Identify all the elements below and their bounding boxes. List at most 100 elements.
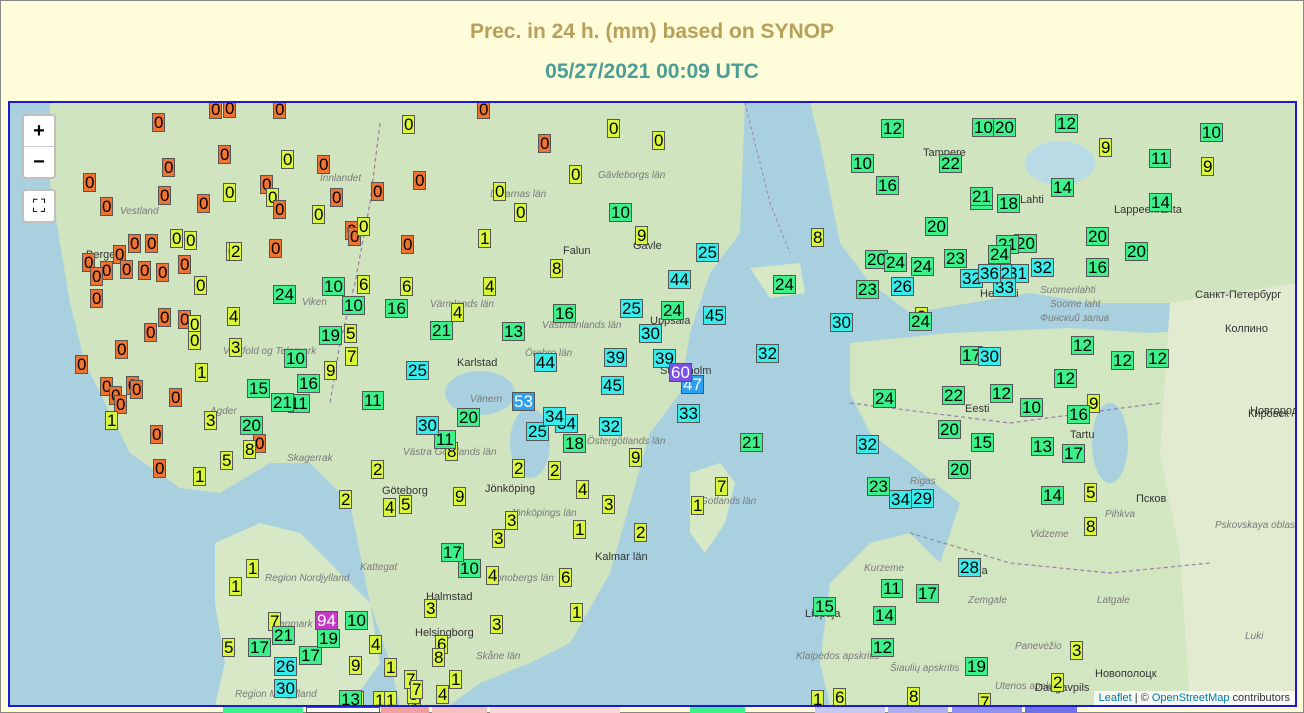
precip-observation[interactable]: 24 [873, 389, 896, 408]
precip-observation[interactable]: 13 [339, 690, 362, 705]
precip-observation[interactable]: 4 [486, 566, 500, 585]
precip-observation[interactable]: 0 [188, 331, 202, 350]
precip-observation[interactable]: 0 [162, 158, 176, 177]
precip-observation[interactable]: 2 [634, 523, 648, 542]
precip-observation[interactable]: 0 [273, 103, 287, 119]
precip-observation[interactable]: 9 [349, 656, 363, 675]
precip-observation[interactable]: 0 [178, 255, 192, 274]
precip-observation[interactable]: 24 [773, 275, 796, 294]
precip-observation[interactable]: 0 [514, 203, 528, 222]
precip-observation[interactable]: 3 [1070, 641, 1084, 660]
precip-observation[interactable]: 34 [889, 490, 912, 509]
precip-observation[interactable]: 94 [315, 611, 338, 630]
precip-observation[interactable]: 15 [247, 379, 270, 398]
precip-observation[interactable]: 1 [246, 559, 260, 578]
precip-observation[interactable]: 9 [1201, 157, 1215, 176]
precip-observation[interactable]: 33 [677, 404, 700, 423]
precip-observation[interactable]: 25 [406, 361, 429, 380]
precip-observation[interactable]: 10 [851, 154, 874, 173]
precip-observation[interactable]: 1 [105, 411, 119, 430]
precip-observation[interactable]: 0 [357, 217, 371, 236]
precip-observation[interactable]: 0 [607, 119, 621, 138]
precip-observation[interactable]: 14 [1051, 178, 1074, 197]
precip-observation[interactable]: 12 [871, 638, 894, 657]
precip-observation[interactable]: 11 [362, 391, 384, 410]
precip-observation[interactable]: 4 [576, 480, 590, 499]
precip-observation[interactable]: 29 [911, 489, 934, 508]
precip-observation[interactable]: 24 [909, 312, 932, 331]
precip-observation[interactable]: 16 [1086, 258, 1109, 277]
precip-observation[interactable]: 16 [553, 304, 576, 323]
precip-observation[interactable]: 19 [319, 326, 342, 345]
precip-observation[interactable]: 0 [100, 197, 114, 216]
precip-observation[interactable]: 3 [424, 599, 438, 618]
precip-observation[interactable]: 16 [1067, 405, 1090, 424]
precip-observation[interactable]: 17 [248, 638, 271, 657]
precip-observation[interactable]: 1 [478, 229, 492, 248]
precip-observation[interactable]: 8 [432, 648, 446, 667]
precip-observation[interactable]: 26 [274, 657, 297, 676]
precip-observation[interactable]: 5 [222, 638, 236, 657]
precip-observation[interactable]: 12 [1146, 349, 1169, 368]
precip-observation[interactable]: 25 [620, 299, 643, 318]
precip-observation[interactable]: 12 [1054, 369, 1077, 388]
precip-observation[interactable]: 20 [993, 118, 1016, 137]
precip-observation[interactable]: 3 [492, 529, 506, 548]
precip-observation[interactable]: 6 [559, 568, 573, 587]
precip-observation[interactable]: 14 [1149, 193, 1172, 212]
precip-observation[interactable]: 23 [856, 280, 879, 299]
precip-observation[interactable]: 0 [184, 231, 198, 250]
precip-observation[interactable]: 6 [400, 277, 414, 296]
precip-observation[interactable]: 17 [441, 543, 464, 562]
precip-observation[interactable]: 4 [436, 685, 450, 704]
precip-observation[interactable]: 9 [1099, 138, 1113, 157]
precip-observation[interactable]: 19 [965, 657, 988, 676]
precip-observation[interactable]: 0 [120, 260, 134, 279]
precip-observation[interactable]: 1 [691, 496, 705, 515]
precip-observation[interactable]: 30 [639, 324, 662, 343]
precip-observation[interactable]: 18 [563, 434, 586, 453]
precip-observation[interactable]: 5 [344, 324, 358, 343]
precip-observation[interactable]: 5 [220, 451, 234, 470]
precip-observation[interactable]: 14 [873, 606, 896, 625]
precip-observation[interactable]: 0 [194, 276, 208, 295]
precip-observation[interactable]: 8 [243, 440, 257, 459]
precip-observation[interactable]: 10 [972, 118, 995, 137]
precip-observation[interactable]: 0 [330, 188, 344, 207]
precip-observation[interactable]: 20 [240, 416, 263, 435]
precip-observation[interactable]: 4 [451, 303, 465, 322]
precip-observation[interactable]: 44 [534, 353, 557, 372]
precip-observation[interactable]: 36 [978, 264, 1001, 283]
precip-observation[interactable]: 10 [609, 203, 632, 222]
precip-observation[interactable]: 11 [1149, 149, 1171, 168]
precip-observation[interactable]: 3 [229, 338, 243, 357]
precip-observation[interactable]: 53 [512, 392, 535, 411]
precip-observation[interactable]: 20 [457, 408, 480, 427]
precip-observation[interactable]: 8 [1084, 517, 1098, 536]
precip-observation[interactable]: 0 [150, 425, 164, 444]
precip-observation[interactable]: 0 [223, 183, 237, 202]
precip-observation[interactable]: 20 [938, 420, 961, 439]
precip-observation[interactable]: 9 [324, 361, 338, 380]
precip-observation[interactable]: 10 [342, 296, 365, 315]
leaflet-link[interactable]: Leaflet [1099, 692, 1132, 704]
precip-observation[interactable]: 0 [170, 229, 184, 248]
precip-observation[interactable]: 30 [416, 416, 439, 435]
precip-observation[interactable]: 7 [345, 347, 359, 366]
precip-observation[interactable]: 0 [401, 235, 415, 254]
precip-observation[interactable]: 0 [138, 261, 152, 280]
zoom-out-button[interactable]: − [24, 147, 54, 177]
precip-observation[interactable]: 20 [925, 217, 948, 236]
precip-observation[interactable]: 30 [274, 679, 297, 698]
precip-observation[interactable]: 2 [371, 460, 385, 479]
precip-observation[interactable]: 8 [550, 259, 564, 278]
precip-observation[interactable]: 3 [505, 511, 519, 530]
precip-observation[interactable]: 0 [371, 182, 385, 201]
precip-observation[interactable]: 1 [811, 690, 825, 705]
precip-observation[interactable]: 0 [223, 103, 237, 118]
precip-observation[interactable]: 8 [811, 228, 825, 247]
precip-observation[interactable]: 1 [229, 577, 243, 596]
precip-observation[interactable]: 12 [990, 384, 1013, 403]
zoom-in-button[interactable]: + [24, 116, 54, 147]
precip-observation[interactable]: 12 [881, 119, 904, 138]
